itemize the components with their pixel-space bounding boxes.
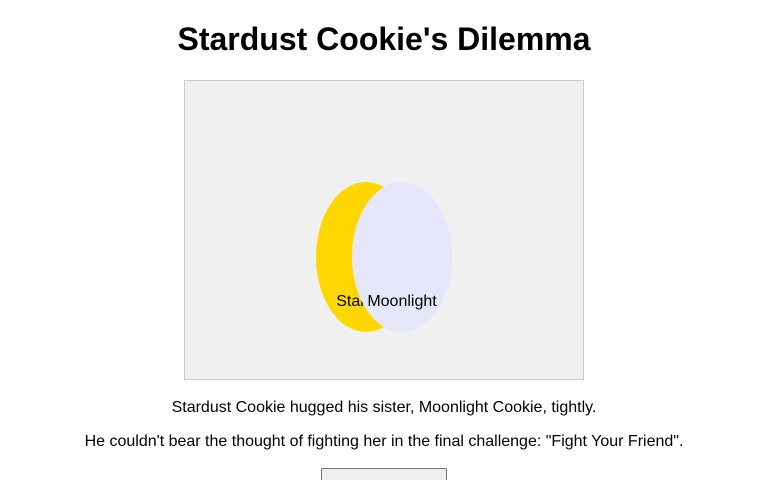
character-moonlight-label: Moonlight [367,293,437,310]
story-text-line-1: Stardust Cookie hugged his sister, Moonl… [171,399,597,416]
page-title: Stardust Cookie's Dilemma [177,21,591,57]
character-moonlight[interactable]: Moonlight [352,182,452,332]
scene-area: Stardust Moonlight [184,80,584,380]
story-text-line-2: He couldn't bear the thought of fighting… [84,433,684,450]
continue-button[interactable] [321,468,447,480]
game-page: Stardust Cookie's Dilemma Stardust Moonl… [0,0,768,480]
